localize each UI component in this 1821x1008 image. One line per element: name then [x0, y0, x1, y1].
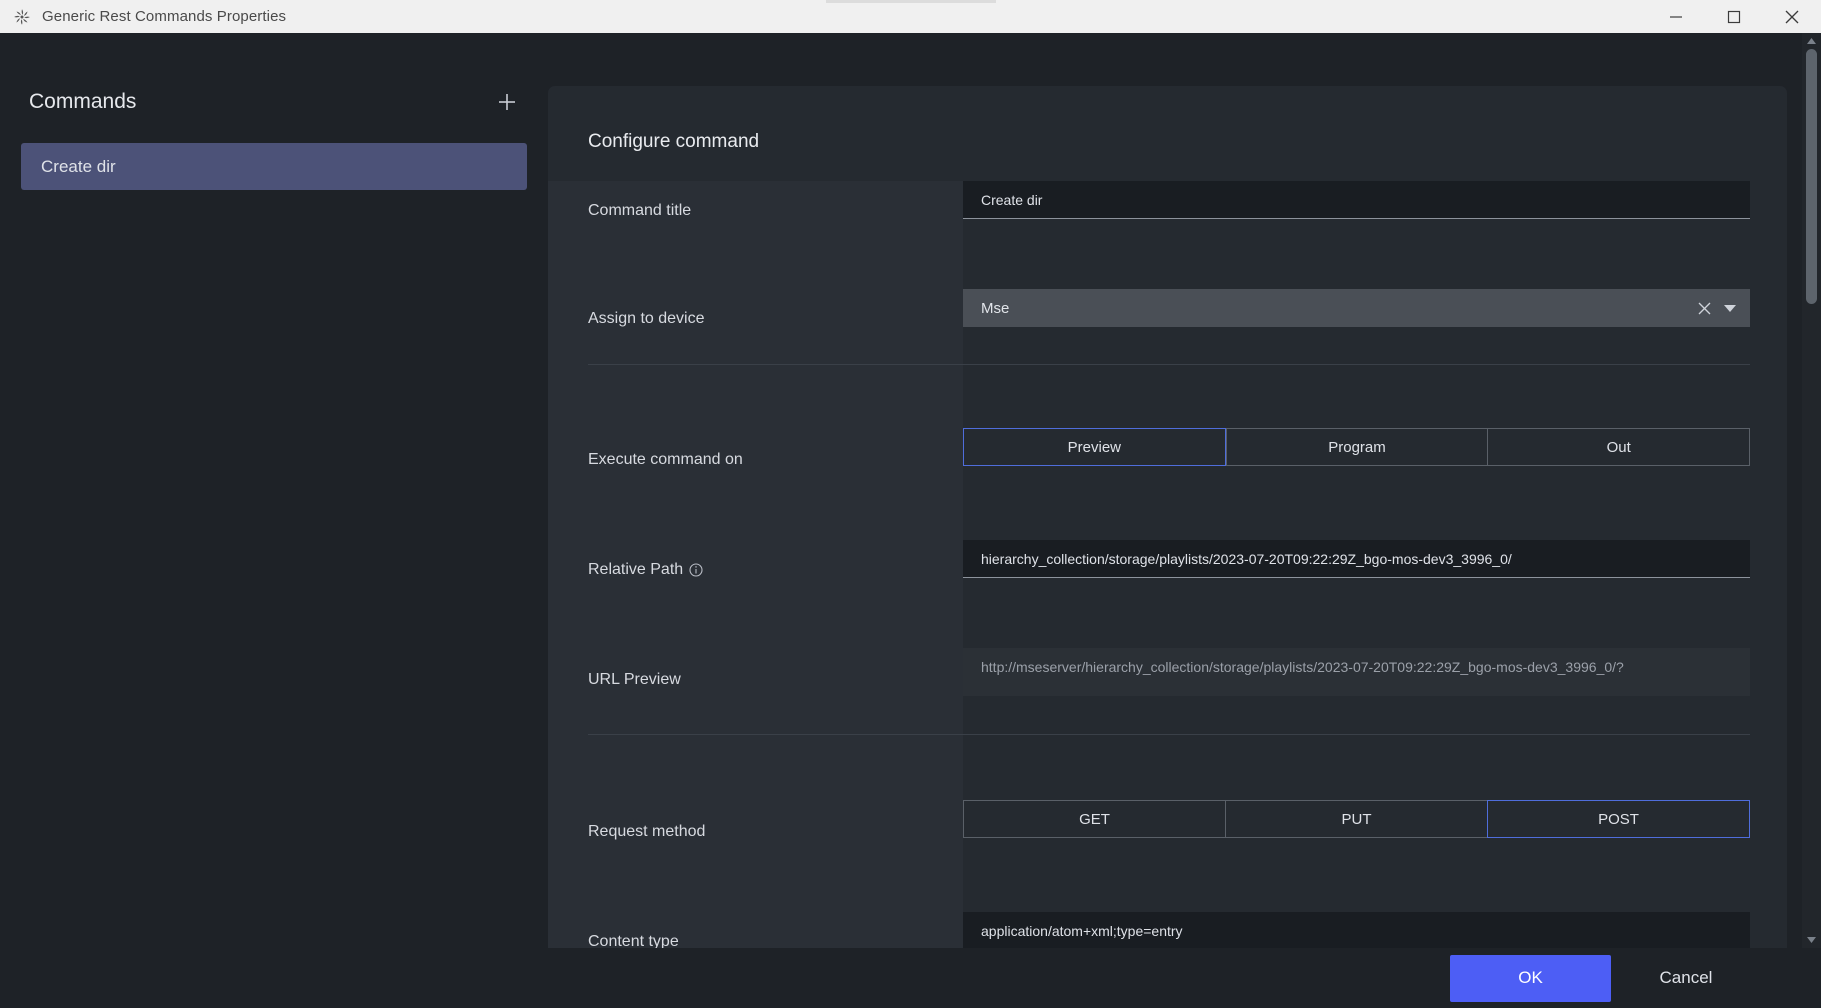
command-title-label: Command title [588, 202, 691, 220]
relative-path-field-cell [963, 540, 1787, 578]
url-preview-label: URL Preview [588, 671, 681, 689]
assign-device-label: Assign to device [588, 310, 705, 328]
command-title-label-cell: Command title [548, 181, 963, 241]
divider-2-field-cell [963, 712, 1787, 752]
relative-path-input[interactable] [963, 540, 1750, 578]
form-row-relative-path: Relative Path [548, 540, 1787, 600]
execute-on-field-cell: Preview Program Out [963, 428, 1787, 466]
form-gap-2 [548, 380, 1787, 428]
content-type-input[interactable] [963, 912, 1750, 948]
content-type-label-cell: Content type [548, 912, 963, 948]
form-gap-1 [548, 241, 1787, 289]
chevron-down-icon[interactable] [1724, 304, 1736, 313]
form-row-content-type: Content type [548, 912, 1787, 948]
scrollbar-thumb[interactable] [1806, 49, 1817, 304]
list-item[interactable]: Create dir [21, 143, 527, 190]
commands-sidebar: Commands Create dir [0, 33, 548, 948]
gap-label-cell-6 [548, 864, 963, 912]
gap-label-cell-5 [548, 752, 963, 800]
ok-button[interactable]: OK [1450, 955, 1611, 1002]
assign-device-field-cell: Mse [963, 289, 1787, 327]
assign-device-label-cell: Assign to device [548, 289, 963, 349]
command-title-field-cell [963, 181, 1787, 219]
execute-on-segmented-control: Preview Program Out [963, 428, 1750, 466]
scroll-down-arrow-icon[interactable] [1807, 932, 1816, 948]
content-type-field-cell [963, 912, 1787, 948]
execute-on-option-preview[interactable]: Preview [963, 428, 1226, 466]
command-list: Create dir [0, 143, 548, 190]
select-actions [1698, 302, 1736, 315]
divider-2 [548, 712, 1787, 752]
window-drag-nub [826, 0, 996, 3]
maximize-icon[interactable] [1705, 0, 1763, 33]
gap-label-cell-3 [548, 492, 963, 540]
add-command-button[interactable] [492, 87, 522, 117]
form-row-command-title: Command title [548, 181, 1787, 241]
window-body: Commands Create dir Configure command [0, 33, 1821, 1008]
command-form: Command title Assign to device [548, 181, 1787, 948]
gap-label-cell-4 [548, 600, 963, 648]
divider-2-label-cell [548, 712, 963, 752]
window-controls [1647, 0, 1821, 33]
panel-scroll-region: Configure command Command title [548, 86, 1787, 948]
configure-command-panel: Configure command Command title [548, 86, 1787, 948]
vertical-scrollbar[interactable] [1802, 33, 1821, 948]
command-item-label: Create dir [41, 157, 116, 177]
scroll-up-arrow-icon[interactable] [1807, 33, 1816, 49]
vizrt-logo-icon [12, 7, 32, 27]
form-gap-6 [548, 864, 1787, 912]
relative-path-label-cell: Relative Path [548, 540, 963, 600]
gap-label-cell-1 [548, 241, 963, 289]
divider-line-2 [588, 734, 1750, 735]
assign-device-select[interactable]: Mse [963, 289, 1750, 327]
request-method-label-cell: Request method [548, 800, 963, 864]
request-method-option-get[interactable]: GET [963, 800, 1225, 838]
request-method-option-put[interactable]: PUT [1225, 800, 1487, 838]
minimize-icon[interactable] [1647, 0, 1705, 33]
request-method-field-cell: GET PUT POST [963, 800, 1787, 838]
window-title: Generic Rest Commands Properties [42, 8, 286, 25]
content-area: Commands Create dir Configure command [0, 33, 1821, 948]
dialog-footer: OK Cancel [0, 948, 1821, 1008]
content-type-label: Content type [588, 933, 679, 948]
title-bar: Generic Rest Commands Properties [0, 0, 1821, 33]
request-method-option-post[interactable]: POST [1487, 800, 1750, 838]
divider-1 [548, 349, 1787, 380]
form-row-assign-device: Assign to device Mse [548, 289, 1787, 349]
form-row-execute-on: Execute command on Preview Program Out [548, 428, 1787, 492]
url-preview-field-cell: http://mseserver/hierarchy_collection/st… [963, 648, 1787, 696]
close-icon[interactable] [1763, 0, 1821, 33]
form-gap-3 [548, 492, 1787, 540]
assign-device-value: Mse [981, 300, 1009, 317]
command-title-input[interactable] [963, 181, 1750, 219]
form-row-request-method: Request method GET PUT POST [548, 800, 1787, 864]
scrollbar-track[interactable] [1802, 49, 1821, 932]
execute-on-option-program[interactable]: Program [1226, 428, 1488, 466]
form-gap-4 [548, 600, 1787, 648]
sidebar-title: Commands [29, 90, 136, 114]
close-x-icon[interactable] [1698, 302, 1711, 315]
sidebar-header: Commands [0, 81, 548, 123]
execute-on-option-out[interactable]: Out [1487, 428, 1750, 466]
execute-on-label: Execute command on [588, 451, 743, 469]
gap-label-cell-2 [548, 380, 963, 428]
cancel-button[interactable]: Cancel [1611, 955, 1761, 1002]
request-method-label: Request method [588, 823, 705, 841]
request-method-segmented-control: GET PUT POST [963, 800, 1750, 838]
page-title: Configure command [548, 86, 1787, 153]
url-preview-label-cell: URL Preview [548, 648, 963, 712]
divider-line-1 [588, 364, 1750, 365]
relative-path-label: Relative Path [588, 561, 683, 579]
form-row-url-preview: URL Preview http://mseserver/hierarchy_c… [548, 648, 1787, 712]
url-preview-value: http://mseserver/hierarchy_collection/st… [963, 648, 1750, 696]
info-circle-icon[interactable] [689, 563, 703, 577]
form-gap-5 [548, 752, 1787, 800]
execute-on-label-cell: Execute command on [548, 428, 963, 492]
